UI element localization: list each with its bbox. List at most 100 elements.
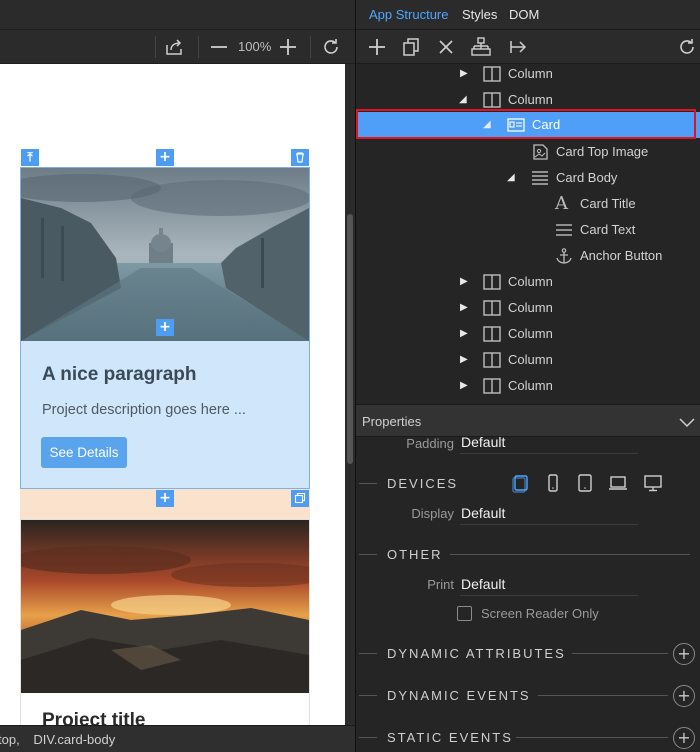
expand-arrow-icon[interactable]: ▶ [460, 328, 470, 340]
card-text[interactable]: Project description goes here ... [42, 402, 246, 418]
device-phone-landscape-icon[interactable] [511, 473, 531, 493]
left-topbar [0, 0, 355, 30]
screen-reader-checkbox[interactable] [457, 606, 472, 621]
properties-header[interactable]: Properties [356, 404, 700, 437]
zoom-out-icon[interactable] [209, 37, 229, 57]
delete-icon[interactable] [291, 149, 309, 166]
zoom-in-icon[interactable] [278, 37, 298, 57]
collapse-arrow-icon[interactable]: ◢ [459, 94, 469, 106]
column-icon [483, 92, 501, 108]
collapse-arrow-icon[interactable]: ◢ [507, 172, 517, 184]
tab-app-structure[interactable]: App Structure [369, 7, 449, 22]
share-icon[interactable] [164, 37, 184, 57]
structure-tree[interactable]: ▶ Column ◢ Column ◢ Card Card Top Image [356, 64, 700, 404]
tree-item-column[interactable]: ◢ Column [356, 87, 700, 113]
add-dynamic-event-button[interactable]: + [673, 685, 695, 707]
column-icon [483, 274, 501, 290]
tree-item-card-title[interactable]: A Card Title [356, 191, 700, 217]
tree-item-label: Card Text [580, 222, 636, 237]
canvas-panel: 100% ⤒ + + A nice paragraph Project desc… [0, 0, 355, 752]
copy-icon[interactable] [401, 37, 421, 57]
expand-arrow-icon[interactable]: ▶ [460, 276, 470, 288]
expand-arrow-icon[interactable]: ▶ [460, 354, 470, 366]
add-below-icon[interactable]: + [156, 490, 174, 507]
expand-arrow-icon[interactable]: ▶ [460, 302, 470, 314]
expand-arrow-icon[interactable]: ▶ [460, 380, 470, 392]
tree-item-label: Column [508, 300, 553, 315]
print-value[interactable]: Default [461, 576, 505, 592]
expand-arrow-icon[interactable]: ▶ [460, 68, 470, 80]
canvas-scrollbar[interactable] [345, 64, 355, 725]
tree-item-column[interactable]: ▶ Column [356, 269, 700, 295]
tree-item-label: Card Body [556, 170, 618, 185]
see-details-button[interactable]: See Details [41, 437, 127, 468]
tree-item-column[interactable]: ▶ Column [356, 295, 700, 321]
column-icon [483, 378, 501, 394]
tree-item-column[interactable]: ▶ Column [356, 321, 700, 347]
tree-item-card-body[interactable]: ◢ Card Body [356, 165, 700, 191]
device-desktop-icon[interactable] [643, 473, 663, 493]
device-tablet-icon[interactable] [575, 473, 595, 493]
column-icon [483, 352, 501, 368]
lines-icon [532, 171, 548, 185]
image-icon [533, 144, 548, 160]
text-a-icon: A [555, 193, 568, 214]
padding-value[interactable]: Default [461, 437, 505, 450]
canvas-scrollbar-thumb[interactable] [347, 214, 353, 464]
column-icon [483, 326, 501, 342]
selected-card[interactable]: + A nice paragraph Project description g… [20, 167, 310, 489]
field-underline [460, 595, 638, 596]
move-out-icon[interactable] [508, 37, 528, 57]
other-title: OTHER [387, 547, 443, 562]
properties-title: Properties [362, 414, 422, 429]
add-above-icon[interactable]: + [156, 149, 174, 166]
static-events-section: STATIC EVENTS + [356, 727, 700, 749]
collapse-arrow-icon[interactable]: ◢ [483, 119, 493, 131]
tree-item-anchor-button[interactable]: Anchor Button [356, 243, 700, 269]
tree-item-label: Card [532, 117, 561, 132]
move-up-icon[interactable]: ⤒ [21, 149, 39, 166]
tree-item-column[interactable]: ▶ Column [356, 373, 700, 399]
breadcrumb-item[interactable]: top, [0, 726, 20, 752]
tree-item-card-top-image[interactable]: Card Top Image [356, 139, 700, 165]
second-card-title[interactable]: Project title [42, 710, 145, 725]
tree-item-card[interactable]: ◢ Card [356, 112, 700, 138]
card-top-image[interactable] [21, 168, 309, 341]
tree-item-label: Column [508, 378, 553, 393]
tree-item-label: Column [508, 274, 553, 289]
duplicate-icon[interactable] [291, 490, 309, 507]
add-icon[interactable] [367, 37, 387, 57]
chevron-down-icon[interactable] [679, 414, 695, 430]
app-structure-panel: App Structure Styles DOM ▶ Column ◢ Colu… [355, 0, 700, 752]
breadcrumb-item[interactable]: DIV.card-body [33, 726, 115, 752]
tree-item-column[interactable]: ▶ Column [356, 347, 700, 373]
refresh-icon[interactable] [321, 37, 341, 57]
other-section: OTHER [356, 545, 700, 565]
second-card[interactable]: Project title [11, 519, 331, 725]
structure-toolbar [356, 30, 700, 64]
remove-icon[interactable] [436, 37, 456, 57]
column-icon [483, 300, 501, 316]
device-phone-icon[interactable] [543, 473, 563, 493]
padding-label: Padding [406, 437, 454, 451]
card-title[interactable]: A nice paragraph [42, 364, 197, 386]
tree-item-label: Column [508, 326, 553, 341]
refresh-tree-icon[interactable] [677, 37, 697, 57]
dynamic-attributes-title: DYNAMIC ATTRIBUTES [387, 646, 566, 661]
add-inside-icon[interactable]: + [156, 319, 174, 336]
tab-styles[interactable]: Styles [462, 7, 497, 22]
tree-item-column[interactable]: ▶ Column [356, 64, 700, 87]
tree-item-card-text[interactable]: Card Text [356, 217, 700, 243]
second-card-image[interactable] [11, 520, 331, 693]
screen-reader-label: Screen Reader Only [481, 606, 599, 621]
device-laptop-icon[interactable] [608, 473, 628, 493]
add-static-event-button[interactable]: + [673, 727, 695, 749]
anchor-icon [556, 248, 572, 264]
add-dynamic-attribute-button[interactable]: + [673, 643, 695, 665]
tab-dom[interactable]: DOM [509, 7, 539, 22]
structure-icon[interactable] [471, 37, 491, 57]
display-value[interactable]: Default [461, 505, 505, 521]
tree-item-label: Card Title [580, 196, 636, 211]
dynamic-events-title: DYNAMIC EVENTS [387, 688, 531, 703]
design-canvas[interactable]: ⤒ + + A nice paragraph Project descripti… [0, 64, 345, 725]
